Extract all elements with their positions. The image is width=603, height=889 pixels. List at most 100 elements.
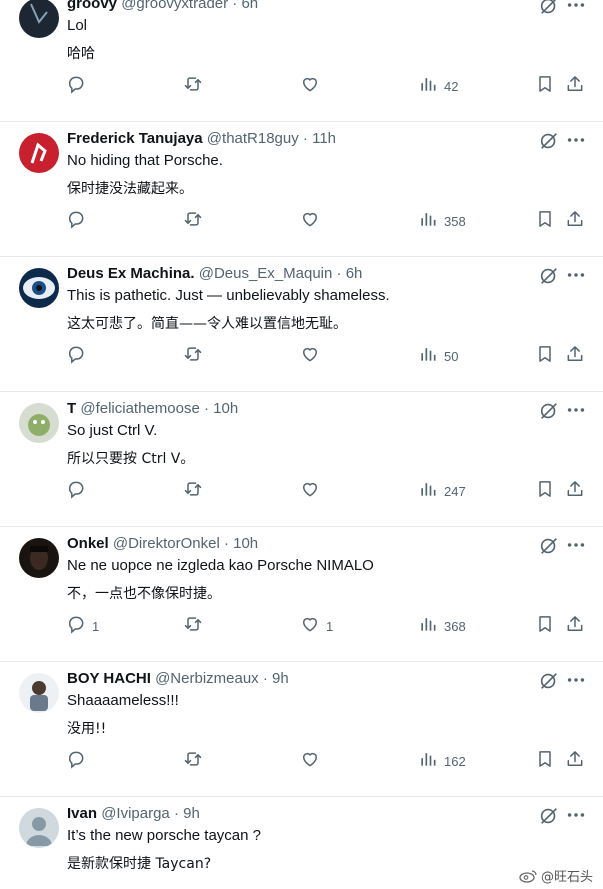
tweet-item[interactable]: T @feliciathemoose · 10h So just Ctrl V.… <box>0 392 603 527</box>
retweet-button[interactable] <box>183 476 203 506</box>
grok-icon[interactable] <box>538 670 560 692</box>
display-name[interactable]: Deus Ex Machina. <box>67 265 195 282</box>
retweet-button[interactable] <box>183 341 203 371</box>
timestamp[interactable]: 9h <box>272 670 289 687</box>
tweet-translation: 这太可悲了。简直——令人难以置信地无耻。 <box>67 316 347 332</box>
user-handle[interactable]: @DirektorOnkel <box>113 535 220 552</box>
views-button[interactable]: 368 <box>418 611 466 641</box>
bookmark-icon <box>535 614 555 639</box>
timestamp[interactable]: 11h <box>312 130 336 147</box>
avatar[interactable] <box>19 268 59 308</box>
like-button[interactable] <box>300 206 326 236</box>
timestamp[interactable]: 6h <box>241 0 258 12</box>
avatar[interactable] <box>19 673 59 713</box>
tweet-item[interactable]: Deus Ex Machina. @Deus_Ex_Maquin · 6h Th… <box>0 257 603 392</box>
retweet-button[interactable] <box>183 206 203 236</box>
user-handle[interactable]: @groovyxtrader <box>121 0 228 12</box>
retweet-button[interactable] <box>183 746 203 776</box>
bookmark-button[interactable] <box>535 206 555 236</box>
timestamp[interactable]: 10h <box>233 535 258 552</box>
like-button[interactable]: 1 <box>300 611 333 641</box>
tweet-item[interactable]: Onkel @DirektorOnkel · 10h Ne ne uopce n… <box>0 527 603 662</box>
bookmark-button[interactable] <box>535 611 555 641</box>
display-name[interactable]: Frederick Tanujaya <box>67 130 203 147</box>
tweet-actions: 42 <box>0 71 603 101</box>
grok-icon[interactable] <box>538 805 560 827</box>
more-options-icon[interactable] <box>565 0 587 16</box>
user-handle[interactable]: @Deus_Ex_Maquin <box>199 265 333 282</box>
timestamp[interactable]: 9h <box>183 805 200 822</box>
reply-button[interactable]: 1 <box>66 611 99 641</box>
retweet-button[interactable] <box>183 71 203 101</box>
display-name[interactable]: Onkel <box>67 535 109 552</box>
share-button[interactable] <box>565 206 585 236</box>
tweet-item[interactable]: Frederick Tanujaya @thatR18guy · 11h No … <box>0 122 603 257</box>
more-options-icon[interactable] <box>565 399 587 421</box>
views-button[interactable]: 162 <box>418 746 466 776</box>
like-count: 1 <box>326 618 334 634</box>
more-options-icon[interactable] <box>565 264 587 286</box>
views-button[interactable]: 358 <box>418 206 466 236</box>
display-name[interactable]: T <box>67 400 76 417</box>
separator-dot: · <box>223 535 229 552</box>
share-button[interactable] <box>565 611 585 641</box>
share-button[interactable] <box>565 746 585 776</box>
display-name[interactable]: groovy <box>67 0 117 12</box>
tweet-item[interactable]: Ivan @Iviparga · 9h It’s the new porsche… <box>0 797 603 889</box>
grok-icon[interactable] <box>538 265 560 287</box>
like-button[interactable] <box>300 341 326 371</box>
grok-icon[interactable] <box>538 0 560 17</box>
reply-icon <box>66 344 86 369</box>
more-options-icon[interactable] <box>565 534 587 556</box>
user-handle[interactable]: @feliciathemoose <box>80 400 199 417</box>
views-button[interactable]: 50 <box>418 341 458 371</box>
reply-count: 1 <box>92 618 100 634</box>
like-button[interactable] <box>300 746 326 776</box>
reply-button[interactable] <box>66 206 92 236</box>
bookmark-button[interactable] <box>535 71 555 101</box>
bookmark-button[interactable] <box>535 746 555 776</box>
grok-icon[interactable] <box>538 400 560 422</box>
share-button[interactable] <box>565 71 585 101</box>
views-button[interactable]: 247 <box>418 476 466 506</box>
reply-button[interactable] <box>66 71 92 101</box>
avatar[interactable] <box>19 808 59 848</box>
watermark-text: @旺石头 <box>540 870 593 885</box>
display-name[interactable]: Ivan <box>67 805 97 822</box>
more-options-icon[interactable] <box>565 804 587 826</box>
user-handle[interactable]: @Iviparga <box>101 805 170 822</box>
retweet-button[interactable] <box>183 611 203 641</box>
grok-icon[interactable] <box>538 130 560 152</box>
avatar[interactable] <box>19 133 59 173</box>
like-button[interactable] <box>300 71 326 101</box>
share-button[interactable] <box>565 341 585 371</box>
display-name[interactable]: BOY HACHI <box>67 670 151 687</box>
reply-button[interactable] <box>66 476 92 506</box>
user-handle[interactable]: @thatR18guy <box>207 130 299 147</box>
more-options-icon[interactable] <box>565 129 587 151</box>
reply-icon <box>66 209 86 234</box>
bookmark-button[interactable] <box>535 476 555 506</box>
user-handle[interactable]: @Nerbizmeaux <box>155 670 259 687</box>
share-icon <box>565 479 585 504</box>
like-button[interactable] <box>300 476 326 506</box>
tweet-item[interactable]: BOY HACHI @Nerbizmeaux · 9h Shaaaameless… <box>0 662 603 797</box>
tweet-header: groovy @groovyxtrader · 6h <box>67 0 533 14</box>
reply-button[interactable] <box>66 746 92 776</box>
tweet-item[interactable]: groovy @groovyxtrader · 6h Lol 哈哈 42 <box>0 0 603 122</box>
avatar[interactable] <box>19 403 59 443</box>
analytics-icon <box>418 479 438 504</box>
avatar[interactable] <box>19 538 59 578</box>
timestamp[interactable]: 10h <box>213 400 238 417</box>
reply-button[interactable] <box>66 341 92 371</box>
more-options-icon[interactable] <box>565 669 587 691</box>
heart-icon <box>300 614 320 639</box>
bookmark-button[interactable] <box>535 341 555 371</box>
timestamp[interactable]: 6h <box>346 265 363 282</box>
avatar[interactable] <box>19 0 59 38</box>
tweet-header: BOY HACHI @Nerbizmeaux · 9h <box>67 669 533 689</box>
share-button[interactable] <box>565 476 585 506</box>
grok-icon[interactable] <box>538 535 560 557</box>
views-button[interactable]: 42 <box>418 71 458 101</box>
share-icon <box>565 614 585 639</box>
